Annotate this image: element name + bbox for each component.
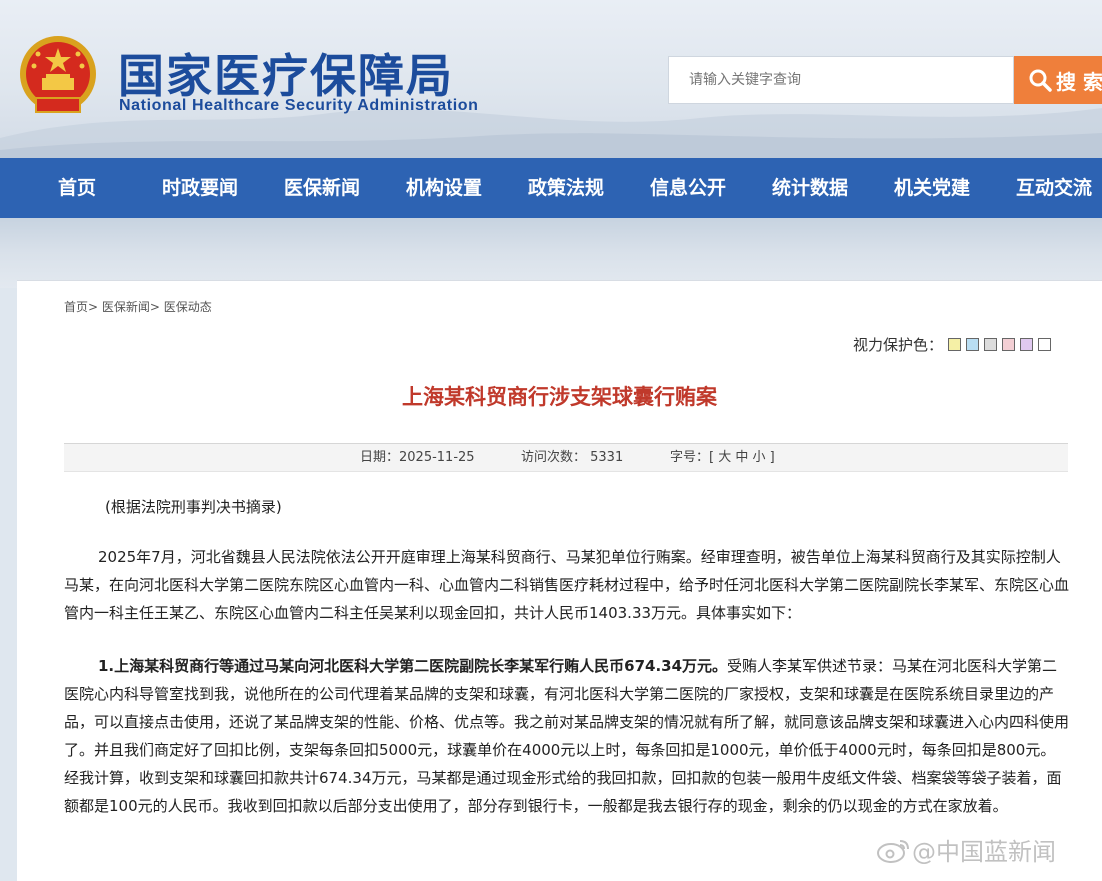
search-button[interactable]: 搜 索 bbox=[1014, 56, 1102, 104]
nav-item-news[interactable]: 医保新闻 bbox=[284, 158, 360, 218]
article-paragraph: 2025年7月，河北省魏县人民法院依法公开开庭审理上海某科贸商行、马某犯单位行贿… bbox=[64, 548, 1070, 622]
site-header: 国家医疗保障局 National Healthcare Security Adm… bbox=[0, 0, 1102, 158]
swatch-yellow[interactable] bbox=[948, 338, 962, 351]
article-paragraph: 1.上海某科贸商行等通过马某向河北医科大学第二医院副院长李某军行贿人民币674.… bbox=[64, 652, 1069, 820]
nav-item-politics[interactable]: 时政要闻 bbox=[162, 158, 238, 218]
swatch-blue[interactable] bbox=[966, 338, 980, 351]
article-meta: 日期：2025-11-25 访问次数： 5331 字号：[ 大 中 小 ] bbox=[64, 443, 1068, 472]
nav-item-policy[interactable]: 政策法规 bbox=[528, 158, 604, 218]
swatch-white[interactable] bbox=[1038, 338, 1052, 351]
paragraph-body: 受贿人李某军供述节录：马某在河北医科大学第二医院心内科导管室找到我，说他所在的公… bbox=[64, 657, 1070, 815]
search-input[interactable] bbox=[668, 56, 1014, 104]
site-subtitle: National Healthcare Security Administrat… bbox=[119, 97, 479, 114]
decorative-band bbox=[0, 218, 1102, 288]
swatch-purple[interactable] bbox=[1020, 338, 1034, 351]
paragraph-heading: 1.上海某科贸商行等通过马某向河北医科大学第二医院副院长李某军行贿人民币674.… bbox=[98, 657, 728, 675]
breadcrumb-news[interactable]: 医保新闻> bbox=[102, 300, 160, 314]
nav-item-interaction[interactable]: 互动交流 bbox=[1016, 158, 1092, 218]
national-emblem-icon bbox=[20, 36, 96, 113]
vision-protection: 视力保护色： bbox=[853, 334, 1052, 355]
watermark: @中国蓝新闻 bbox=[876, 832, 1056, 867]
breadcrumb-current[interactable]: 医保动态 bbox=[164, 300, 212, 314]
nav-item-statistics[interactable]: 统计数据 bbox=[772, 158, 848, 218]
nav-item-disclosure[interactable]: 信息公开 bbox=[650, 158, 726, 218]
article-title: 上海某科贸商行涉支架球囊行贿案 bbox=[402, 385, 717, 409]
nav-item-home[interactable]: 首页 bbox=[58, 158, 96, 218]
breadcrumb: 首页> 医保新闻> 医保动态 bbox=[64, 298, 212, 315]
font-size-control[interactable]: 字号：[ 大 中 小 ] bbox=[670, 444, 775, 471]
nav-item-organization[interactable]: 机构设置 bbox=[406, 158, 482, 218]
watermark-text: @中国蓝新闻 bbox=[912, 838, 1056, 866]
article-date: 日期：2025-11-25 bbox=[360, 450, 475, 465]
weibo-icon bbox=[877, 839, 909, 863]
search-button-label: 搜 索 bbox=[1056, 69, 1102, 94]
swatch-gray[interactable] bbox=[984, 338, 998, 351]
article-visits: 访问次数： 5331 bbox=[521, 450, 624, 465]
search-icon bbox=[1029, 69, 1052, 92]
main-nav: 首页 时政要闻 医保新闻 机构设置 政策法规 信息公开 统计数据 机关党建 互动… bbox=[0, 158, 1102, 218]
breadcrumb-home[interactable]: 首页> bbox=[64, 300, 98, 314]
nav-item-party[interactable]: 机关党建 bbox=[894, 158, 970, 218]
swatch-pink[interactable] bbox=[1002, 338, 1016, 351]
article-panel: 首页> 医保新闻> 医保动态 视力保护色： 上海某科贸商行涉支架球囊行贿案 日期… bbox=[17, 280, 1102, 881]
vision-label: 视力保护色： bbox=[853, 336, 944, 354]
source-note: (根据法院刑事判决书摘录) bbox=[105, 498, 282, 516]
